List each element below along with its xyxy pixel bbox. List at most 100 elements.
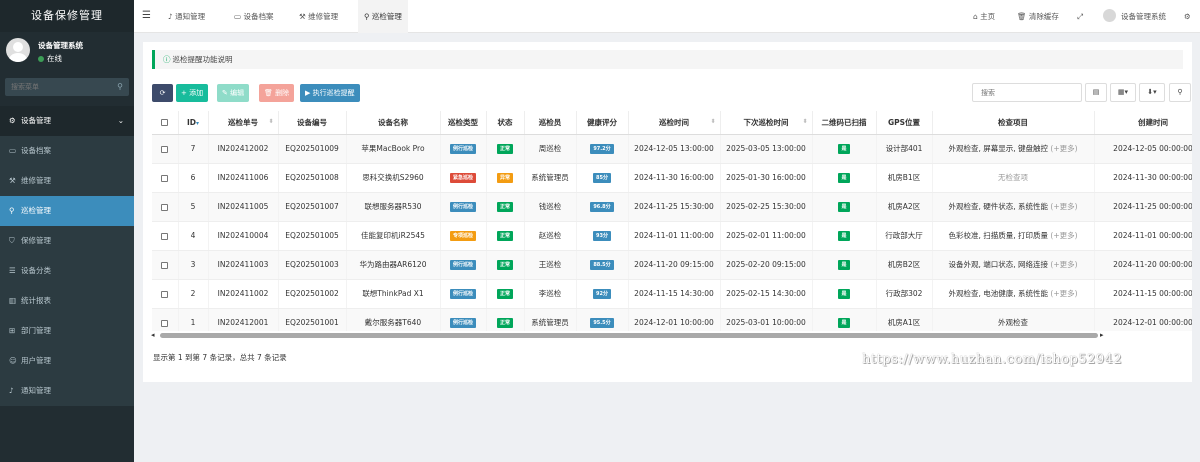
table-row[interactable]: 1 IN202412001 EQ202501001 戴尔服务器T640 例行巡检 正常 系统… bbox=[152, 308, 1192, 331]
tab-device-archive[interactable]: ▭ 设备档案 bbox=[228, 0, 279, 33]
table-row[interactable]: 3 IN202411003 EQ202501003 华为路由器AR6120 例行巡检 正常… bbox=[152, 250, 1192, 280]
qr-badge: 是 bbox=[838, 318, 850, 328]
cell-device-no: EQ202501003 bbox=[278, 250, 347, 280]
scroll-left-icon[interactable]: ◂ bbox=[151, 331, 155, 339]
sidebar-item-users[interactable]: ☺ 用户管理 bbox=[0, 346, 134, 376]
row-checkbox[interactable] bbox=[152, 163, 179, 193]
table-row[interactable]: 4 IN202410004 EQ202501005 佳能复印机iR2545 专项巡检 正常… bbox=[152, 221, 1192, 251]
horizontal-scrollbar[interactable] bbox=[160, 333, 1098, 338]
sort-icon: ⬍ bbox=[802, 118, 808, 125]
sidebar-item-warranty[interactable]: ⛉ 保修管理 bbox=[0, 226, 134, 256]
fullscreen-icon[interactable]: ⤢ bbox=[1077, 0, 1083, 33]
qr-badge: 是 bbox=[838, 202, 850, 212]
column-header[interactable]: 设备编号 bbox=[278, 111, 347, 135]
info-callout[interactable]: ⓘ 巡检提醒功能说明 bbox=[152, 50, 1183, 69]
sidebar-search-input[interactable] bbox=[5, 78, 105, 96]
sidebar-item-notification[interactable]: ♪ 通知管理 bbox=[0, 376, 134, 406]
cell-qr-scanned: 是 bbox=[812, 308, 877, 331]
cell-inspection-time: 2024-12-05 13:00:00 bbox=[628, 134, 721, 164]
qr-badge: 是 bbox=[838, 231, 850, 241]
top-navbar: ☰ ♪ 通知管理 ▭ 设备档案 ⚒ 维修管理 ⚲ 巡检管理 ⌂ 主页 🗑 清除缓… bbox=[134, 0, 1200, 33]
cell-qr-scanned: 是 bbox=[812, 279, 877, 309]
user-menu[interactable]: 设备管理系统 bbox=[1103, 0, 1166, 33]
search-icon[interactable]: ⚲ bbox=[117, 82, 123, 91]
search-icon: ⚲ bbox=[364, 12, 372, 21]
column-header[interactable]: 巡检类型 bbox=[440, 111, 487, 135]
cell-status: 正常 bbox=[486, 279, 525, 309]
table-row[interactable]: 7 IN202412002 EQ202501009 苹果MacBook Pro 例行巡检… bbox=[152, 134, 1192, 164]
sidebar-item-inspection[interactable]: ⚲ 巡检管理 bbox=[0, 196, 134, 226]
sort-icon: ⬍ bbox=[710, 118, 716, 125]
table-row[interactable]: 2 IN202411002 EQ202501002 联想ThinkPad X1 例行巡检… bbox=[152, 279, 1192, 309]
cell-status: 正常 bbox=[486, 221, 525, 251]
edit-button[interactable]: ✎ 编辑 bbox=[217, 84, 250, 102]
cell-device-name: 华为路由器AR6120 bbox=[346, 250, 441, 280]
more-link[interactable]: (+更多) bbox=[1050, 260, 1077, 269]
tab-inspection[interactable]: ⚲ 巡检管理 bbox=[358, 0, 408, 33]
column-header[interactable]: 健康评分 bbox=[576, 111, 629, 135]
data-table-wrapper: ID▾ 巡检单号 ⬍ 设备编号 设备名称 巡检类型 状态 巡检员 健康评分 巡检时… bbox=[152, 111, 1192, 331]
more-link[interactable]: (+更多) bbox=[1050, 231, 1077, 240]
delete-button[interactable]: 🗑 删除 bbox=[259, 84, 295, 102]
column-header[interactable]: 检查项目 bbox=[932, 111, 1095, 135]
pencil-icon: ✎ bbox=[222, 89, 231, 97]
column-header[interactable]: 巡检时间 ⬍ bbox=[628, 111, 721, 135]
cell-inspector: 周巡检 bbox=[524, 134, 577, 164]
cell-created-time: 2024-11-15 00:00:00 bbox=[1094, 279, 1192, 309]
scroll-right-icon[interactable]: ▸ bbox=[1100, 331, 1104, 339]
more-link[interactable]: (+更多) bbox=[1050, 144, 1077, 153]
cell-inspection-time: 2024-11-25 15:30:00 bbox=[628, 192, 721, 222]
column-header[interactable]: 下次巡检时间 ⬍ bbox=[720, 111, 813, 135]
run-inspection-reminder-button[interactable]: ▶ 执行巡检提醒 bbox=[300, 84, 360, 102]
column-header[interactable]: 二维码已扫描 bbox=[812, 111, 877, 135]
row-checkbox[interactable] bbox=[152, 250, 179, 280]
sidebar-item-category[interactable]: ☰ 设备分类 bbox=[0, 256, 134, 286]
tab-notification[interactable]: ♪ 通知管理 bbox=[162, 0, 211, 33]
sidebar-item-department[interactable]: ⊞ 部门管理 bbox=[0, 316, 134, 346]
cell-id: 1 bbox=[178, 308, 209, 331]
sidebar-item-device-archive[interactable]: ▭ 设备档案 bbox=[0, 136, 134, 166]
export-dropdown-button[interactable]: ⬇▾ bbox=[1139, 83, 1165, 102]
column-header[interactable]: 设备名称 bbox=[346, 111, 441, 135]
table-row[interactable]: 6 IN202411006 EQ202501008 思科交换机S2960 紧急巡检 异常 系… bbox=[152, 163, 1192, 193]
table-search-input[interactable] bbox=[972, 83, 1082, 102]
column-header[interactable]: 创建时间 bbox=[1094, 111, 1192, 135]
row-checkbox[interactable] bbox=[152, 134, 179, 164]
more-link[interactable]: (+更多) bbox=[1050, 202, 1077, 211]
sidebar-menu: ⚙ 设备管理 ⌄ ▭ 设备档案 ⚒ 维修管理 ⚲ 巡检管理 ⛉ 保修管理 ☰ 设备分类 ▥ 统计… bbox=[0, 106, 134, 406]
tab-repair[interactable]: ⚒ 维修管理 bbox=[293, 0, 344, 33]
columns-dropdown-button[interactable]: ▦▾ bbox=[1110, 83, 1136, 102]
column-header[interactable]: 巡检单号 ⬍ bbox=[208, 111, 279, 135]
cell-inspector: 王巡检 bbox=[524, 250, 577, 280]
sitemap-icon: ⊞ bbox=[9, 326, 16, 335]
sort-desc-icon: ▾ bbox=[196, 119, 200, 127]
column-header[interactable]: ID▾ bbox=[178, 111, 209, 135]
refresh-button[interactable]: ⟳ bbox=[152, 84, 173, 102]
status-badge: 正常 bbox=[496, 289, 513, 299]
column-header[interactable]: GPS位置 bbox=[876, 111, 933, 135]
column-header[interactable]: 状态 bbox=[486, 111, 525, 135]
home-button[interactable]: ⌂ 主页 bbox=[973, 0, 995, 33]
row-checkbox[interactable] bbox=[152, 279, 179, 309]
cell-device-name: 联想ThinkPad X1 bbox=[346, 279, 441, 309]
sidebar-item-repair[interactable]: ⚒ 维修管理 bbox=[0, 166, 134, 196]
qr-badge: 是 bbox=[838, 260, 850, 270]
row-checkbox[interactable] bbox=[152, 192, 179, 222]
table-row[interactable]: 5 IN202411005 EQ202501007 联想服务器R530 例行巡检 正常 钱巡… bbox=[152, 192, 1192, 222]
more-link[interactable]: (+更多) bbox=[1050, 289, 1077, 298]
status-badge: 正常 bbox=[496, 202, 513, 212]
sidebar-item-device-management[interactable]: ⚙ 设备管理 ⌄ bbox=[0, 106, 134, 136]
row-checkbox[interactable] bbox=[152, 221, 179, 251]
clear-cache-button[interactable]: 🗑 清除缓存 bbox=[1017, 0, 1059, 33]
sidebar-item-report[interactable]: ▥ 统计报表 bbox=[0, 286, 134, 316]
cell-check-items: 外观检查, 电池健康, 系统性能 (+更多) bbox=[932, 279, 1095, 309]
advanced-search-button[interactable]: ⚲ bbox=[1169, 83, 1191, 102]
row-checkbox[interactable] bbox=[152, 308, 179, 331]
cell-check-items: 设备外观, 端口状态, 网络连接 (+更多) bbox=[932, 250, 1095, 280]
toggle-view-button[interactable]: ▤ bbox=[1085, 83, 1107, 102]
add-button[interactable]: + 添加 bbox=[176, 84, 209, 102]
menu-toggle-icon[interactable]: ☰ bbox=[142, 10, 151, 21]
select-all-checkbox[interactable] bbox=[152, 111, 179, 135]
column-header[interactable]: 巡检员 bbox=[524, 111, 577, 135]
settings-gear-icon[interactable]: ⚙ bbox=[1184, 0, 1191, 33]
